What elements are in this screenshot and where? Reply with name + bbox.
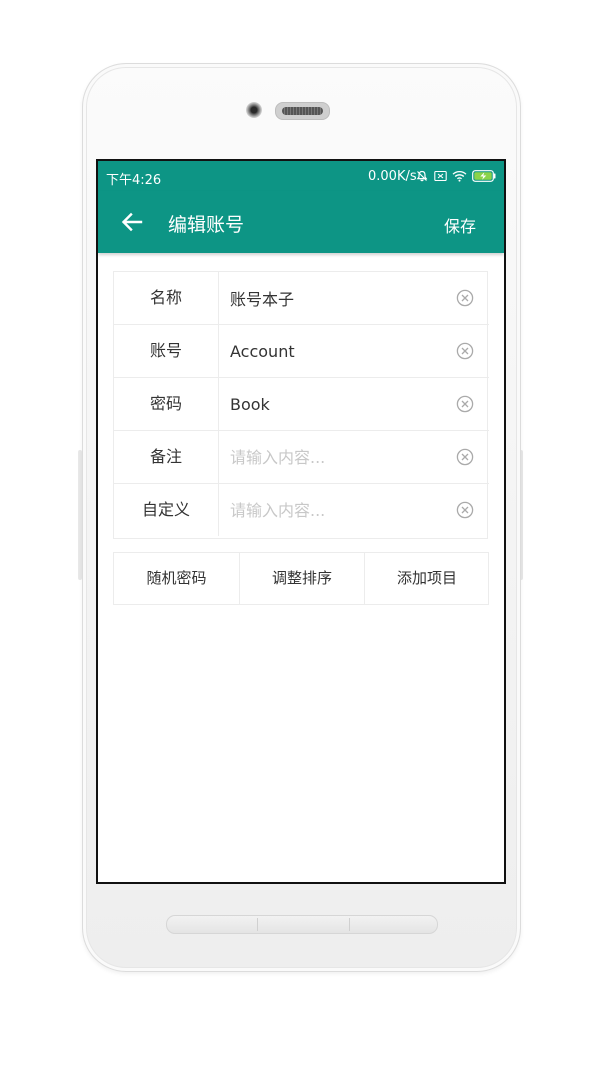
- mute-icon: [416, 170, 428, 186]
- field-row-custom: 自定义: [114, 484, 489, 537]
- battery-charging-icon: [472, 170, 496, 186]
- field-label: 密码: [114, 378, 219, 430]
- clear-circle-icon[interactable]: [456, 342, 474, 360]
- name-input[interactable]: [230, 285, 450, 311]
- clear-circle-icon[interactable]: [456, 289, 474, 307]
- earpiece-speaker: [275, 102, 330, 120]
- phone-screen: 下午4:26 0.00K/s 编辑账号 保存 名称 账号本子 账号 Accoun…: [96, 159, 506, 884]
- clear-circle-icon[interactable]: [456, 501, 474, 519]
- status-time: 下午4:26: [106, 173, 162, 188]
- field-label: 自定义: [114, 484, 219, 536]
- field-label: 账号: [114, 325, 219, 377]
- action-buttons: 随机密码 调整排序 添加项目: [113, 552, 489, 605]
- field-row-name: 名称: [114, 272, 489, 325]
- field-label: 备注: [114, 431, 219, 483]
- add-item-button[interactable]: 添加项目: [364, 553, 489, 604]
- account-input[interactable]: [230, 338, 450, 364]
- key-divider: [257, 918, 258, 931]
- wifi-icon: [452, 170, 467, 186]
- clear-circle-icon[interactable]: [456, 395, 474, 413]
- field-row-account: 账号: [114, 325, 489, 378]
- app-bar: 编辑账号 保存: [98, 191, 504, 253]
- home-key-bar: [166, 915, 438, 934]
- clear-circle-icon[interactable]: [456, 448, 474, 466]
- save-button[interactable]: 保存: [444, 213, 476, 237]
- page-title: 编辑账号: [168, 214, 245, 236]
- random-password-button[interactable]: 随机密码: [114, 553, 239, 604]
- password-input[interactable]: [230, 391, 450, 417]
- network-speed: 0.00K/s: [368, 169, 417, 184]
- custom-input[interactable]: [230, 497, 450, 523]
- field-label: 名称: [114, 272, 219, 324]
- key-divider: [349, 918, 350, 931]
- field-row-password: 密码: [114, 378, 489, 431]
- field-row-note: 备注: [114, 431, 489, 484]
- note-input[interactable]: [230, 444, 450, 470]
- sim-off-icon: [434, 170, 447, 186]
- back-arrow-icon[interactable]: [120, 211, 144, 233]
- front-camera: [246, 102, 262, 118]
- status-bar: 下午4:26 0.00K/s: [98, 161, 504, 191]
- adjust-order-button[interactable]: 调整排序: [239, 553, 364, 604]
- account-form: 名称 账号 密码 备注 自定义: [113, 271, 489, 539]
